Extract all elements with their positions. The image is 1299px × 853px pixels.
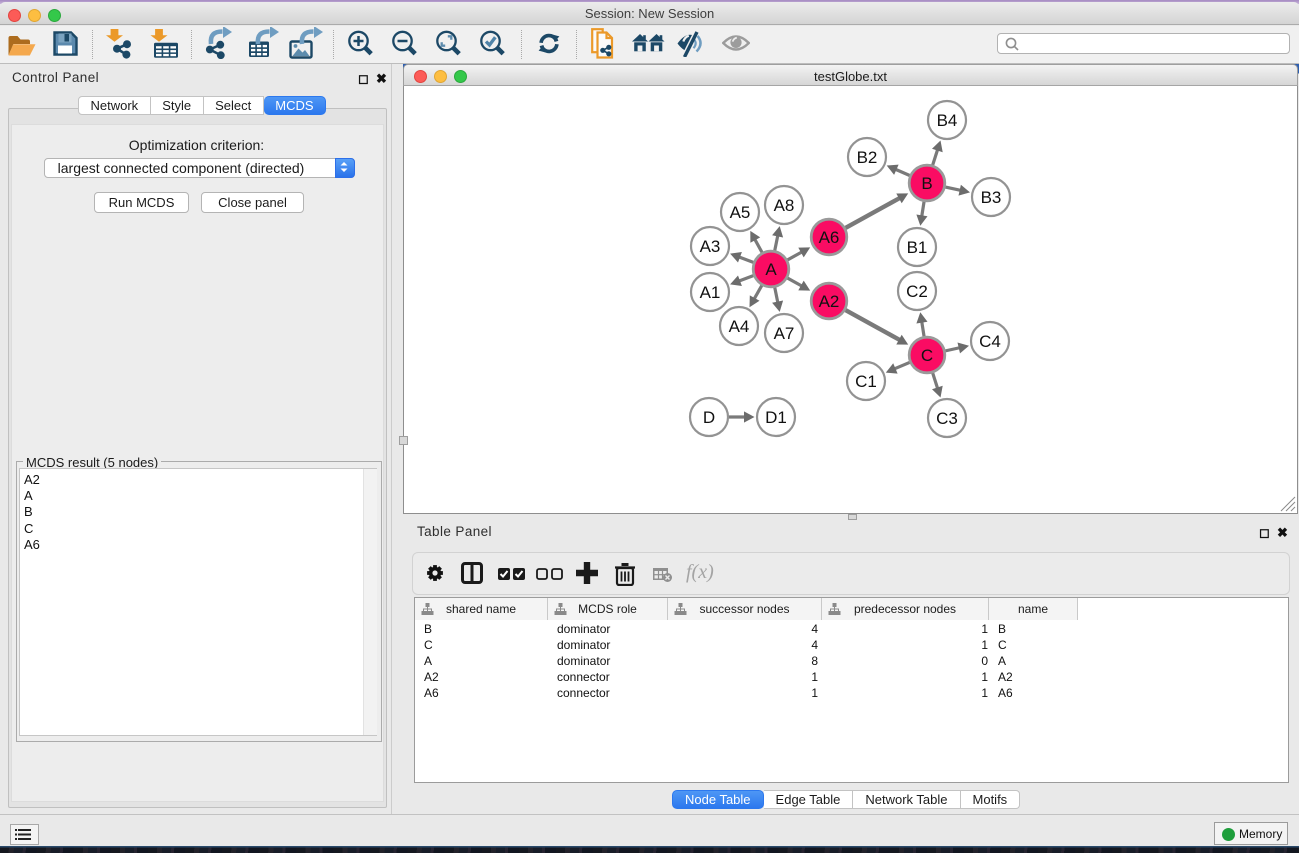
svg-text:B2: B2 (857, 148, 878, 167)
svg-text:A3: A3 (700, 237, 721, 256)
svg-text:C3: C3 (936, 409, 958, 428)
svg-text:C2: C2 (906, 282, 928, 301)
svg-text:B: B (921, 174, 932, 193)
svg-text:B3: B3 (981, 188, 1002, 207)
svg-text:A1: A1 (700, 283, 721, 302)
svg-text:B1: B1 (907, 238, 928, 257)
svg-text:A8: A8 (774, 196, 795, 215)
svg-text:A6: A6 (819, 228, 840, 247)
svg-text:C: C (921, 346, 933, 365)
svg-text:B4: B4 (937, 111, 958, 130)
svg-text:A2: A2 (819, 292, 840, 311)
svg-text:C1: C1 (855, 372, 877, 391)
svg-text:A5: A5 (730, 203, 751, 222)
svg-text:D1: D1 (765, 408, 787, 427)
svg-text:D: D (703, 408, 715, 427)
svg-text:C4: C4 (979, 332, 1001, 351)
svg-text:A4: A4 (729, 317, 750, 336)
svg-text:f(x): f(x) (686, 561, 714, 583)
svg-text:A: A (765, 260, 777, 279)
svg-text:A7: A7 (774, 324, 795, 343)
